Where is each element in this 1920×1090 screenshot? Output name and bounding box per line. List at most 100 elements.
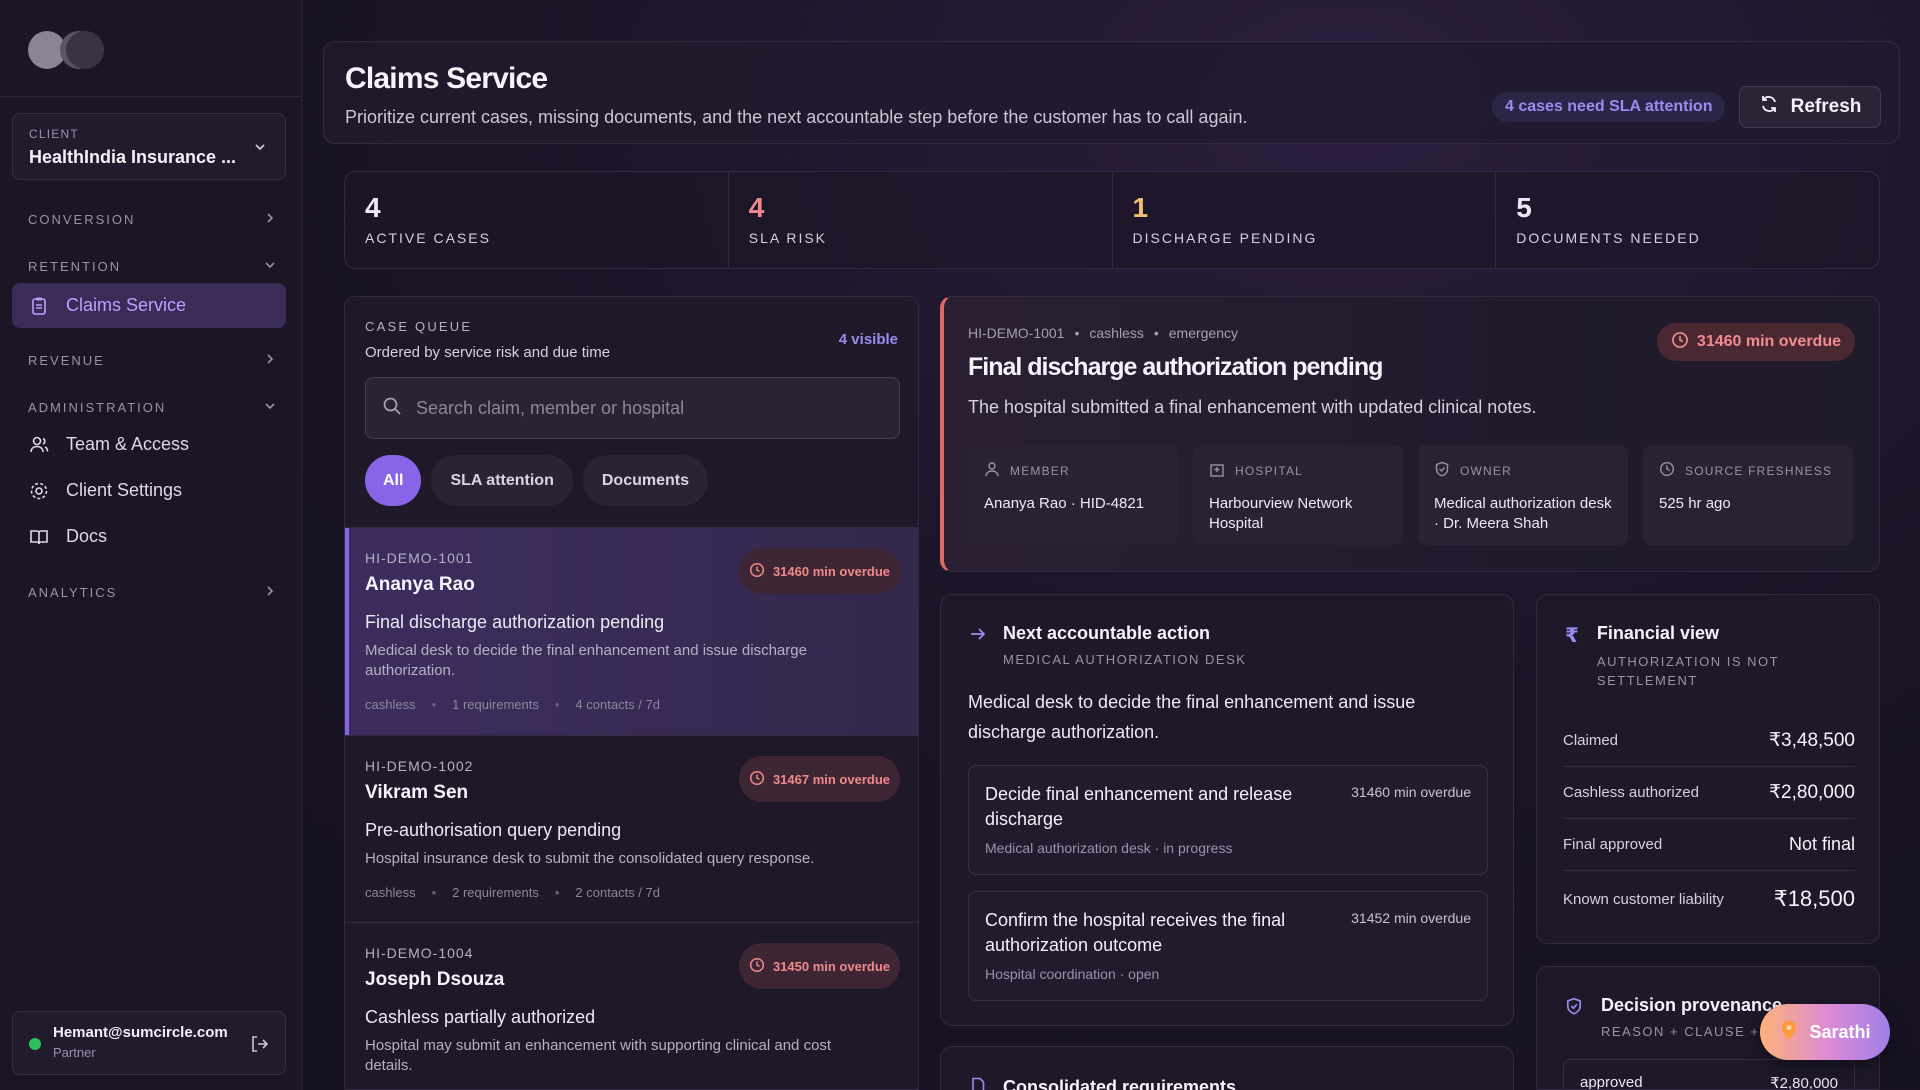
sidebar-item-client-settings[interactable]: Client Settings [12, 468, 286, 513]
filter-chips: All SLA attention Documents [365, 455, 708, 506]
online-status-dot [29, 1038, 41, 1050]
logout-icon[interactable] [249, 1034, 269, 1059]
filter-sla-attention[interactable]: SLA attention [431, 455, 573, 506]
section-revenue-label: REVENUE [28, 353, 105, 368]
sidebar-item-label: Docs [66, 526, 108, 546]
sidebar-item-label: Client Settings [66, 480, 183, 500]
client-selector[interactable]: CLIENT HealthIndia Insurance ... [12, 113, 286, 180]
refresh-button[interactable]: Refresh [1739, 86, 1881, 128]
stat-sla-risk[interactable]: 4 SLA RISK [729, 172, 1113, 268]
case-requirements: 2 requirements [452, 885, 539, 900]
next-action-panel: Next accountable action MEDICAL AUTHORIZ… [940, 594, 1514, 1026]
page-header: Claims Service Prioritize current cases,… [323, 41, 1900, 144]
chevron-right-icon [264, 212, 276, 227]
section-analytics-label: ANALYTICS [28, 585, 118, 600]
sarathi-assistant-button[interactable]: Sarathi [1760, 1004, 1890, 1060]
client-label: CLIENT [29, 127, 79, 141]
provenance-subtitle: REASON + CLAUSE + P [1601, 1024, 1775, 1039]
sidebar-item-claims-service[interactable]: Claims Service [12, 283, 286, 328]
task-item[interactable]: Decide final enhancement and release dis… [968, 765, 1488, 875]
user-email: Hemant@sumcircle.com [53, 1024, 228, 1041]
task-item[interactable]: Confirm the hospital receives the final … [968, 891, 1488, 1001]
breadcrumb-case-id: HI-DEMO-1001 [968, 325, 1065, 341]
sla-attention-badge[interactable]: 4 cases need SLA attention [1492, 92, 1726, 122]
case-description: Medical desk to decide the final enhance… [365, 642, 807, 679]
financial-row-liability: Known customer liability ₹18,500 [1563, 873, 1855, 925]
sidebar-item-team-access[interactable]: Team & Access [12, 422, 286, 467]
breadcrumb: HI-DEMO-1001 • cashless • emergency [968, 325, 1239, 341]
refresh-label: Refresh [1790, 96, 1862, 117]
case-description: Hospital may submit an enhancement with … [365, 1037, 832, 1074]
user-profile: Hemant@sumcircle.com Partner [12, 1011, 286, 1075]
stat-discharge-pending[interactable]: 1 DISCHARGE PENDING [1113, 172, 1497, 268]
owner-value: Medical authorization desk · Dr. Meera S… [1434, 495, 1612, 532]
detail-title: Final discharge authorization pending [968, 353, 1383, 381]
task-overdue: 31460 min overdue [1351, 784, 1471, 800]
hospital-card: HOSPITAL Harbourview Network Hospital [1193, 445, 1403, 545]
section-conversion[interactable]: CONVERSION [28, 212, 276, 227]
consolidated-requirements: Consolidated requirements [940, 1046, 1514, 1090]
section-administration[interactable]: ADMINISTRATION [28, 400, 276, 415]
stat-label: DISCHARGE PENDING [1132, 230, 1318, 246]
freshness-card: SOURCE FRESHNESS 525 hr ago [1643, 445, 1853, 545]
gear-icon [28, 480, 50, 502]
filter-documents[interactable]: Documents [582, 455, 708, 506]
sidebar: CLIENT HealthIndia Insurance ... CONVERS… [0, 0, 302, 1090]
hospital-icon [1209, 461, 1225, 480]
user-icon [984, 461, 1000, 480]
section-administration-label: ADMINISTRATION [28, 400, 167, 415]
case-meta: cashless • 2 requirements • 2 contacts / 7… [365, 885, 660, 900]
app-logo[interactable] [28, 31, 114, 69]
clock-icon [1659, 461, 1675, 480]
case-type: cashless [365, 697, 416, 712]
overdue-text: 31467 min overdue [772, 771, 890, 787]
stats-bar: 4 ACTIVE CASES 4 SLA RISK 1 DISCHARGE PE… [344, 171, 1880, 269]
stat-active-cases[interactable]: 4 ACTIVE CASES [345, 172, 729, 268]
financial-value: ₹3,48,500 [1768, 730, 1855, 751]
clock-icon [1671, 331, 1689, 354]
member-label: MEMBER [1010, 463, 1070, 478]
financial-value: ₹18,500 [1773, 886, 1855, 911]
financial-row-claimed: Claimed ₹3,48,500 [1563, 715, 1855, 767]
owner-label: OWNER [1460, 463, 1512, 478]
case-item[interactable]: HI-DEMO-1004 Joseph Dsouza Cashless part… [345, 923, 918, 1089]
sidebar-item-label: Team & Access [66, 434, 190, 454]
case-requirements: 1 requirements [452, 697, 539, 712]
overdue-badge: 31460 min overdue [738, 548, 900, 594]
users-icon [28, 434, 50, 456]
shield-icon [1434, 461, 1450, 480]
case-detail: HI-DEMO-1001 • cashless • emergency Final … [940, 296, 1880, 572]
overdue-badge: 31460 min overdue [1656, 323, 1855, 361]
case-item[interactable]: HI-DEMO-1001 Ananya Rao Final discharge … [345, 528, 918, 735]
filter-all[interactable]: All [365, 455, 422, 506]
case-title: Pre-authorisation query pending [365, 820, 622, 840]
overdue-badge: 31467 min overdue [738, 756, 900, 802]
section-revenue[interactable]: REVENUE [28, 353, 276, 368]
section-analytics[interactable]: ANALYTICS [28, 585, 276, 600]
freshness-label: SOURCE FRESHNESS [1685, 463, 1833, 478]
stat-value: 5 [1516, 192, 1532, 223]
search-input[interactable] [416, 397, 876, 419]
section-retention[interactable]: RETENTION [28, 259, 276, 274]
detail-description: The hospital submitted a final enhanceme… [968, 397, 1537, 417]
stat-documents-needed[interactable]: 5 DOCUMENTS NEEDED [1496, 172, 1879, 268]
stat-value: 1 [1132, 192, 1149, 223]
overdue-badge: 31450 min overdue [738, 943, 900, 989]
arrow-right-icon [969, 625, 987, 667]
clipboard-icon [28, 295, 50, 317]
case-item[interactable]: HI-DEMO-1002 Vikram Sen Pre-authorisatio… [345, 736, 918, 922]
page-title: Claims Service [345, 62, 548, 95]
clock-icon [749, 770, 765, 789]
stat-value: 4 [748, 192, 765, 223]
financial-title: Financial view [1596, 623, 1719, 643]
chevron-right-icon [264, 585, 276, 600]
shield-icon [1565, 997, 1583, 1039]
case-queue: CASE QUEUE Ordered by service risk and d… [344, 296, 919, 1090]
search-icon [382, 396, 402, 421]
overdue-text: 31460 min overdue [1696, 333, 1841, 350]
provenance-key: approved [1580, 1074, 1643, 1090]
sidebar-item-docs[interactable]: Docs [12, 514, 286, 559]
case-description: Hospital insurance desk to submit the co… [365, 850, 815, 867]
financial-view: ₹ Financial view AUTHORIZATION IS NOT SE… [1536, 594, 1880, 944]
search-box[interactable] [365, 377, 900, 439]
